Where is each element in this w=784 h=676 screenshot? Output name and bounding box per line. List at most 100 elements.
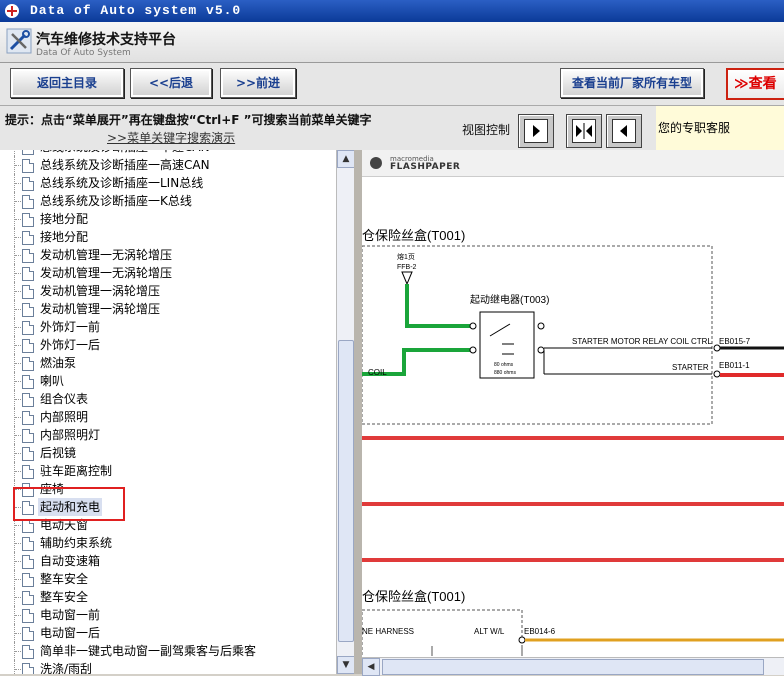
tree-item[interactable]: 整车安全 [0, 570, 336, 588]
tree-item[interactable]: 发动机管理一涡轮增压 [0, 300, 336, 318]
tree-vertical-scrollbar[interactable]: ▲ ▼ [336, 150, 355, 674]
h-scroll-thumb[interactable] [382, 659, 764, 675]
home-button[interactable]: 返回主目录 [10, 68, 124, 98]
search-demo-link[interactable]: >>菜单关键字搜索演示 [107, 129, 235, 146]
tree-item-label: 总线系统及诊断插座一K总线 [40, 194, 192, 208]
tree-item-label: 整车安全 [40, 572, 89, 586]
tree-item[interactable]: 接地分配 [0, 210, 336, 228]
document-icon [22, 177, 34, 191]
tree-item-label: 外饰灯一前 [40, 320, 101, 334]
tree-item[interactable]: 自动变速箱 [0, 552, 336, 570]
tree-item-label: 洗涤/雨刮 [40, 662, 93, 674]
flashpaper-logo-icon [370, 157, 382, 169]
document-icon [22, 609, 34, 623]
toolbar: 返回主目录 <<后退 >>前进 查看当前厂家所有车型 ≫查看 [0, 63, 784, 106]
view-expand-right-button[interactable] [518, 114, 554, 148]
tree-item-label: 发动机管理一无涡轮增压 [40, 266, 173, 280]
tree-item-label: 简单非一键式电动窗一副驾乘客与后乘客 [40, 644, 257, 658]
relay-body [479, 311, 535, 379]
tree-item-label: 发动机管理一涡轮增压 [40, 284, 161, 298]
menu-tree-panel: 总线系统及诊断插座一中速CAN总线系统及诊断插座一高速CAN总线系统及诊断插座一… [0, 150, 355, 674]
tree-item[interactable]: 电动窗一后 [0, 624, 336, 642]
tree-item[interactable]: 辅助约束系统 [0, 534, 336, 552]
tree-item[interactable]: 外饰灯一前 [0, 318, 336, 336]
document-icon [22, 537, 34, 551]
scroll-left-icon[interactable]: ◀ [362, 658, 380, 676]
tree-item-label: 后视镜 [40, 446, 77, 460]
tree-item[interactable]: 发动机管理一涡轮增压 [0, 282, 336, 300]
pane-splitter[interactable] [354, 150, 362, 674]
forward-button[interactable]: >>前进 [220, 68, 296, 98]
tree-item[interactable]: 内部照明 [0, 408, 336, 426]
back-button[interactable]: <<后退 [130, 68, 212, 98]
selection-highlight-box [13, 487, 125, 521]
tree-item[interactable]: 发动机管理一无涡轮增压 [0, 246, 336, 264]
document-icon [22, 195, 34, 209]
document-icon [22, 573, 34, 587]
document-icon [22, 627, 34, 641]
tree-item-label: 总线系统及诊断插座一LIN总线 [40, 176, 204, 190]
scroll-up-icon[interactable]: ▲ [337, 150, 355, 168]
document-icon [22, 591, 34, 605]
tree-item-label: 外饰灯一后 [40, 338, 101, 352]
document-icon [22, 393, 34, 407]
harness-label: NE HARNESS [362, 627, 414, 636]
tree-item[interactable]: 接地分配 [0, 228, 336, 246]
search-tip-text: 提示：点击“菜单展开”再在键盘按“Ctrl+F ”可搜索当前菜单关键字 [5, 113, 372, 127]
view-split-button[interactable] [566, 114, 602, 148]
tree-item[interactable]: 发动机管理一无涡轮增压 [0, 264, 336, 282]
scroll-thumb[interactable] [338, 340, 354, 642]
fuse-box-title-2: 仓保险丝盒(T001) [362, 589, 465, 604]
tree-item[interactable]: 总线系统及诊断插座一LIN总线 [0, 174, 336, 192]
wiring-diagram: 仓保险丝盒(T001) 熔1页 FFB-2 起动继电器(T003) 80 ohm… [362, 228, 784, 656]
tree-item[interactable]: 电动窗一前 [0, 606, 336, 624]
app-logo-icon [5, 4, 19, 18]
document-icon [22, 231, 34, 245]
scroll-down-icon[interactable]: ▼ [337, 656, 355, 674]
tree-item-label: 发动机管理一涡轮增压 [40, 302, 161, 316]
tree-item-label: 内部照明灯 [40, 428, 101, 442]
document-icon [22, 321, 34, 335]
document-icon [22, 411, 34, 425]
tree-item[interactable]: 喇叭 [0, 372, 336, 390]
tree-item-label: 辅助约束系统 [40, 536, 113, 550]
document-icon [22, 213, 34, 227]
tree-item[interactable]: 后视镜 [0, 444, 336, 462]
green-wire-1 [405, 284, 472, 328]
fuse-box-outline [362, 245, 713, 425]
terminal-label-2: EB011-1 [719, 361, 750, 370]
document-icon [22, 555, 34, 569]
tree-item[interactable]: 总线系统及诊断插座一高速CAN [0, 156, 336, 174]
arrow-right-icon [533, 125, 540, 137]
tree-item[interactable]: 洗涤/雨刮 [0, 660, 336, 674]
tree-item-label: 内部照明 [40, 410, 89, 424]
app-subtitle: Data Of Auto System [36, 48, 131, 58]
tree-item-label: 电动窗一后 [40, 626, 101, 640]
tree-item[interactable]: 驻车距离控制 [0, 462, 336, 480]
arrow-left-icon [620, 125, 627, 137]
tree-item[interactable]: 简单非一键式电动窗一副驾乘客与后乘客 [0, 642, 336, 660]
fuse-box-title: 仓保险丝盒(T001) [362, 228, 465, 243]
coil-label: COIL [368, 368, 387, 377]
view-all-models-button[interactable]: 查看当前厂家所有车型 [560, 68, 704, 98]
document-icon [22, 429, 34, 443]
tree-item[interactable]: 燃油泵 [0, 354, 336, 372]
tree-item[interactable]: 整车安全 [0, 588, 336, 606]
document-icon [22, 303, 34, 317]
view-more-button[interactable]: ≫查看 [726, 68, 784, 100]
tree-item[interactable]: 组合仪表 [0, 390, 336, 408]
tree-item[interactable]: 外饰灯一后 [0, 336, 336, 354]
fuse-symbol [401, 271, 413, 286]
tree-item[interactable]: 内部照明灯 [0, 426, 336, 444]
terminal-label-3: EB014-6 [524, 627, 556, 636]
tree-item-label: 整车安全 [40, 590, 89, 604]
tree-item[interactable]: 总线系统及诊断插座一K总线 [0, 192, 336, 210]
fuse-label: 熔1页 [397, 252, 415, 261]
view-expand-left-button[interactable] [606, 114, 642, 148]
document-icon [22, 357, 34, 371]
tree-item-label: 组合仪表 [40, 392, 89, 406]
tree-item-label: 电动窗一前 [40, 608, 101, 622]
app-header: 汽车维修技术支持平台 Data Of Auto System [0, 22, 784, 63]
document-icon [22, 519, 34, 533]
viewer-horizontal-scrollbar[interactable]: ◀ [362, 657, 784, 676]
